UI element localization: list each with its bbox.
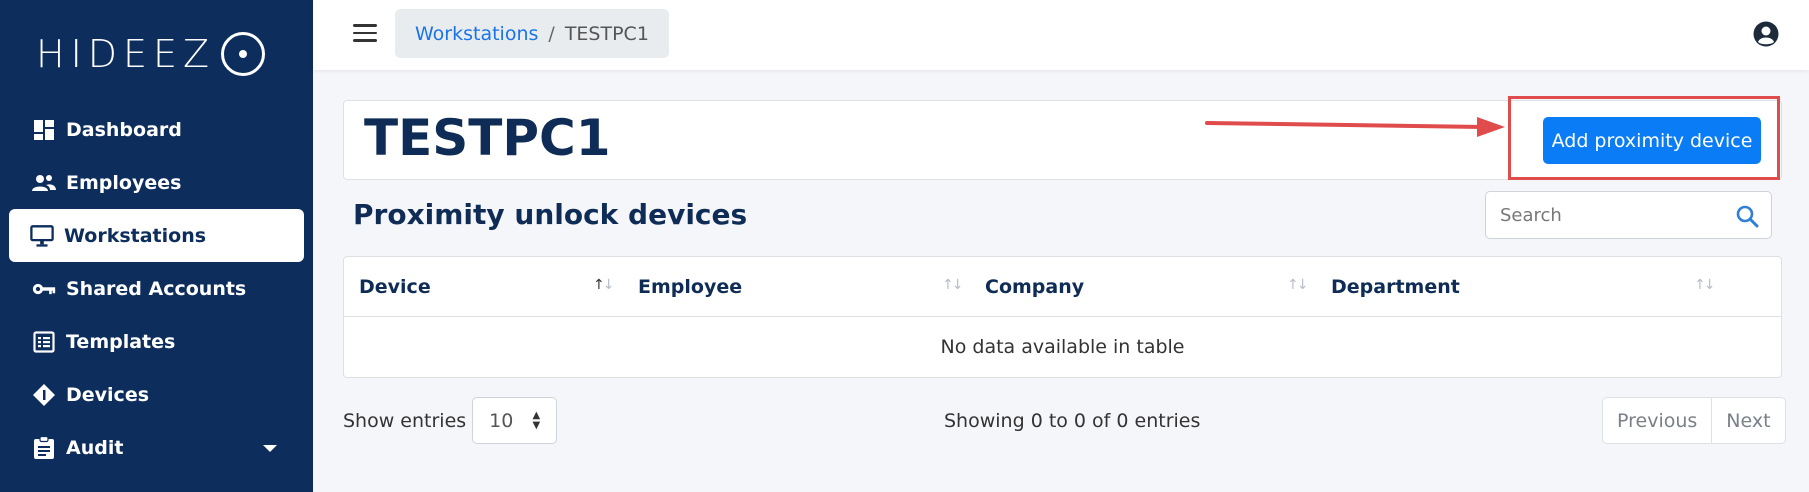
table-empty-message: No data available in table (940, 336, 1185, 358)
next-page-button[interactable]: Next (1711, 398, 1784, 443)
sidebar-item-audit[interactable]: Audit (0, 421, 313, 474)
chevron-down-icon[interactable] (263, 444, 277, 452)
column-header-department[interactable]: Department (1331, 257, 1460, 317)
search-icon[interactable] (1735, 204, 1759, 228)
show-entries-label: Show entries (343, 409, 467, 432)
section-title: Proximity unlock devices (353, 198, 748, 231)
proximity-devices-table: Device ↑↓ Employee ↑↓ Company ↑↓ Departm… (343, 256, 1782, 378)
sidebar-item-label: Employees (66, 171, 182, 194)
sidebar-item-label: Devices (66, 383, 150, 406)
entries-value: 10 (489, 409, 514, 432)
sidebar-item-label: Shared Accounts (66, 277, 247, 300)
sidebar-item-label: Dashboard (66, 118, 182, 141)
sidebar-item-label: Audit (66, 436, 124, 459)
table-header: Device ↑↓ Employee ↑↓ Company ↑↓ Departm… (344, 257, 1781, 317)
column-header-device[interactable]: Device (359, 257, 431, 317)
sort-asc-icon[interactable]: ↑↓ (593, 277, 615, 293)
sidebar-item-devices[interactable]: Devices (0, 368, 313, 421)
sidebar-item-shared-accounts[interactable]: Shared Accounts (0, 262, 313, 315)
search-box (1485, 191, 1772, 239)
key-icon (32, 277, 56, 301)
logo-text: HIDEEZ (36, 32, 216, 76)
topbar: Workstations / TESTPC1 (313, 0, 1809, 70)
sidebar-item-dashboard[interactable]: Dashboard (0, 103, 313, 156)
sidebar-item-label: Templates (66, 330, 176, 353)
brand-logo[interactable]: HIDEEZ (36, 32, 266, 76)
breadcrumb-separator: / (548, 22, 555, 45)
column-header-employee[interactable]: Employee (638, 257, 742, 317)
user-account-icon[interactable] (1753, 21, 1779, 47)
menu-toggle-icon[interactable] (353, 24, 377, 44)
sort-icon[interactable]: ↑↓ (1694, 277, 1716, 293)
search-input[interactable] (1486, 204, 1716, 226)
breadcrumb-current: TESTPC1 (564, 22, 649, 45)
sidebar-item-workstations[interactable]: Workstations (9, 209, 304, 262)
list-icon (32, 330, 56, 354)
pagination: Previous Next (1602, 397, 1786, 444)
clipboard-icon (32, 435, 56, 460)
breadcrumb: Workstations / TESTPC1 (395, 9, 669, 58)
sidebar-item-label: Workstations (64, 224, 207, 247)
add-proximity-device-button[interactable]: Add proximity device (1543, 117, 1761, 164)
annotation-arrow-icon (1205, 117, 1505, 137)
breadcrumb-link-workstations[interactable]: Workstations (415, 23, 538, 45)
monitor-icon (30, 224, 54, 248)
users-icon (32, 171, 56, 195)
sidebar-nav: Dashboard Employees Workstations Shared … (0, 103, 313, 474)
sort-icon[interactable]: ↑↓ (1287, 277, 1309, 293)
sidebar-item-templates[interactable]: Templates (0, 315, 313, 368)
dashboard-icon (32, 118, 56, 142)
entries-select[interactable]: 10 ▲ ▼ (472, 397, 558, 444)
sidebar: HIDEEZ Dashboard Employees Workstations (0, 0, 313, 492)
diamond-icon (32, 383, 56, 407)
previous-page-button[interactable]: Previous (1603, 398, 1711, 443)
table-info: Showing 0 to 0 of 0 entries (944, 410, 1201, 432)
show-entries: Show entries 10 ▲ ▼ (343, 397, 558, 444)
logo-mark-icon (221, 32, 266, 76)
page-title: TESTPC1 (364, 109, 611, 167)
sort-icon[interactable]: ↑↓ (942, 277, 964, 293)
sidebar-item-employees[interactable]: Employees (0, 156, 313, 209)
column-header-company[interactable]: Company (985, 257, 1084, 317)
select-spinner-icon: ▲ ▼ (532, 410, 541, 431)
